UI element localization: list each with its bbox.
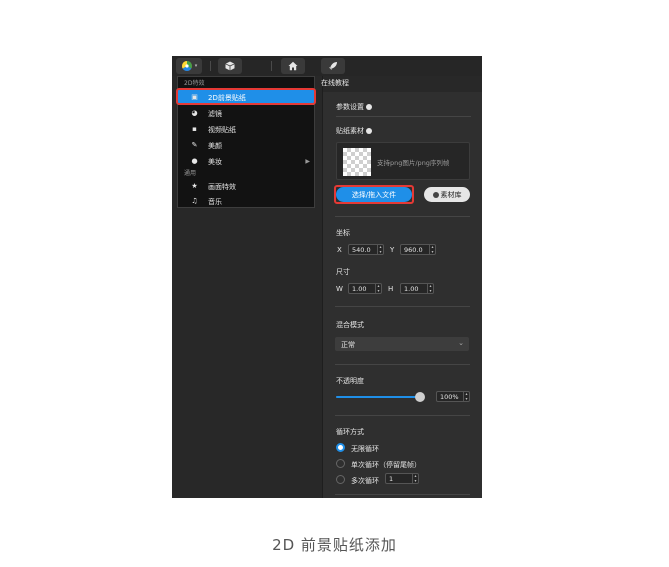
divider xyxy=(335,415,470,416)
y-input[interactable]: 960.0 ▴ ▾ xyxy=(400,244,436,255)
menu-item-label: 美颜 xyxy=(208,141,222,150)
loop-option-label: 单次循环（停留尾帧） xyxy=(351,461,421,469)
menu-item-scene-effects[interactable]: ★ 画面特效 xyxy=(178,179,314,194)
menu-item-makeup[interactable]: ● 美妆 ▶ xyxy=(178,154,314,169)
menu-item-label: 视频贴纸 xyxy=(208,125,236,134)
spinner-icon[interactable]: ▴ ▾ xyxy=(427,283,433,293)
w-label: W xyxy=(336,285,343,293)
menu-item-beauty[interactable]: ✎ 美颜 xyxy=(178,138,314,153)
blend-mode-select[interactable]: 正常 ⌄ xyxy=(335,337,469,351)
info-icon[interactable] xyxy=(366,128,372,134)
menu-item-label: 音乐 xyxy=(208,197,222,206)
filter-icon: ◕ xyxy=(191,109,198,117)
spinner-icon[interactable]: ▴ ▾ xyxy=(412,473,418,483)
params-title-text: 参数设置 xyxy=(336,103,364,111)
menu-item-video-sticker[interactable]: ▪ 视频贴纸 xyxy=(178,122,314,137)
editor-window: ▾ 2D特效 ▣ 2D前景贴纸 ◕ 滤镜 ▪ 视频贴纸 ✎ 美颜 ● 美妆 ▶ … xyxy=(172,56,482,498)
coords-label: 坐标 xyxy=(336,229,350,237)
caption: 2D 前景贴纸添加 xyxy=(272,536,397,554)
loop-option-label: 多次循环 xyxy=(351,477,379,485)
home-icon xyxy=(288,61,298,71)
opacity-input[interactable]: 100% ▴ ▾ xyxy=(436,391,470,402)
spinner-icon[interactable]: ▴ ▾ xyxy=(429,244,435,254)
tutorial-label: 在线教程 xyxy=(321,79,349,87)
menu-item-label: 画面特效 xyxy=(208,182,236,191)
library-button-label: 素材库 xyxy=(440,190,462,199)
color-wheel-icon xyxy=(181,61,192,71)
divider xyxy=(335,494,470,495)
size-label: 尺寸 xyxy=(336,268,350,276)
x-label: X xyxy=(337,246,342,254)
opacity-value: 100% xyxy=(440,392,459,401)
loop-count-value: 1 xyxy=(389,474,394,483)
upload-dropzone[interactable]: 支持png图片/png序列帧 xyxy=(336,142,470,180)
cube-icon xyxy=(225,61,235,71)
menu-item-music[interactable]: ♫ 音乐 xyxy=(178,194,314,209)
radio-multi-loop[interactable] xyxy=(336,475,345,484)
chevron-right-icon: ▶ xyxy=(305,158,310,165)
h-input[interactable]: 1.00 ▴ ▾ xyxy=(400,283,434,294)
y-label: Y xyxy=(390,246,395,254)
material-library-button[interactable]: 素材库 xyxy=(424,187,470,202)
info-icon[interactable] xyxy=(366,104,372,110)
home-button[interactable] xyxy=(281,58,305,74)
chevron-down-icon: ▾ xyxy=(194,63,198,69)
loop-label: 循环方式 xyxy=(336,428,364,436)
w-value: 1.00 xyxy=(352,284,367,293)
makeup-icon: ● xyxy=(191,157,198,165)
spinner-icon[interactable]: ▴ ▾ xyxy=(463,391,469,401)
transparent-preview xyxy=(343,148,371,176)
beauty-icon: ✎ xyxy=(191,141,198,149)
divider xyxy=(335,216,470,217)
star-icon: ★ xyxy=(191,182,198,190)
h-value: 1.00 xyxy=(404,284,419,293)
menu-group-2d: 2D特效 xyxy=(184,80,205,87)
w-input[interactable]: 1.00 ▴ ▾ xyxy=(348,283,382,294)
3d-effects-button[interactable] xyxy=(218,58,242,74)
sticker-material-text: 贴纸素材 xyxy=(336,127,364,135)
y-value: 960.0 xyxy=(404,245,423,254)
x-value: 540.0 xyxy=(352,245,371,254)
tutorial-button[interactable] xyxy=(321,58,345,74)
loop-option-label: 无限循环 xyxy=(351,445,379,453)
radio-single-loop[interactable] xyxy=(336,459,345,468)
h-label: H xyxy=(388,285,394,293)
library-icon xyxy=(432,191,439,198)
music-icon: ♫ xyxy=(191,197,198,205)
blend-label: 混合模式 xyxy=(336,321,364,329)
x-input[interactable]: 540.0 ▴ ▾ xyxy=(348,244,384,255)
menu-item-label: 滤镜 xyxy=(208,109,222,118)
sticker-material-label: 贴纸素材 xyxy=(336,126,372,136)
upload-hint: 支持png图片/png序列帧 xyxy=(377,159,450,167)
opacity-label: 不透明度 xyxy=(336,377,364,385)
highlight-box-menu xyxy=(176,88,316,105)
loop-count-input[interactable]: 1 ▴ ▾ xyxy=(385,473,419,484)
chevron-down-icon: ⌄ xyxy=(458,339,464,347)
params-title: 参数设置 xyxy=(336,102,372,112)
effects-menu-button[interactable]: ▾ xyxy=(176,58,202,74)
opacity-slider-track[interactable] xyxy=(336,396,420,398)
toolbar-divider xyxy=(271,61,272,71)
opacity-slider-thumb[interactable] xyxy=(415,392,425,402)
blend-mode-value: 正常 xyxy=(341,341,355,349)
menu-item-label: 美妆 xyxy=(208,157,222,166)
menu-item-filter[interactable]: ◕ 滤镜 xyxy=(178,106,314,121)
highlight-box-button xyxy=(334,185,414,204)
spinner-icon[interactable]: ▴ ▾ xyxy=(375,283,381,293)
radio-infinite-loop[interactable] xyxy=(336,443,345,452)
toolbar-divider xyxy=(210,61,211,71)
divider xyxy=(336,116,471,117)
divider xyxy=(335,364,470,365)
divider xyxy=(335,306,470,307)
opacity-slider-fill xyxy=(336,396,420,398)
spinner-icon[interactable]: ▴ ▾ xyxy=(377,244,383,254)
rocket-icon xyxy=(329,62,337,70)
toolbar: ▾ xyxy=(172,56,482,76)
menu-group-general: 通用 xyxy=(184,170,197,177)
video-sticker-icon: ▪ xyxy=(192,125,197,133)
